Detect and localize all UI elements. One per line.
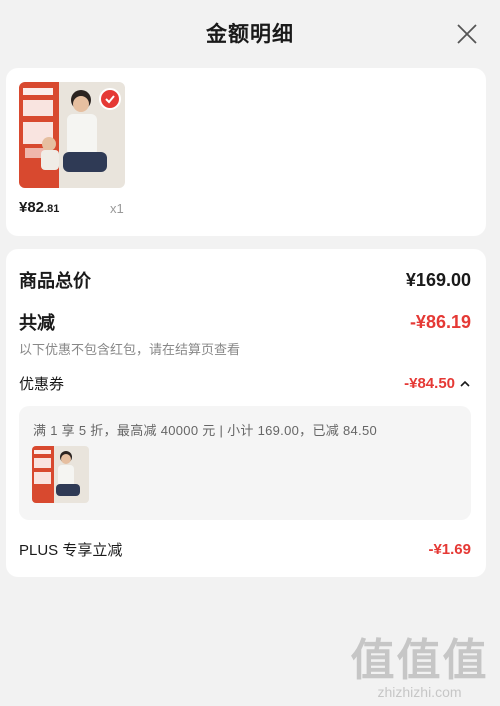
coupon-row[interactable]: 优惠券 -¥84.50 xyxy=(19,373,471,394)
total-value: ¥169.00 xyxy=(405,269,471,290)
watermark-glyphs: 值值值 xyxy=(350,635,489,686)
discount-value: -¥86.19 xyxy=(409,311,471,332)
plus-value: -¥1.69 xyxy=(428,541,471,558)
product-price: ¥82.81 xyxy=(19,199,59,216)
selected-check-icon[interactable] xyxy=(99,88,121,110)
product-thumbnail[interactable] xyxy=(19,82,125,188)
close-icon[interactable] xyxy=(456,23,478,45)
discount-label: 共减 xyxy=(19,313,55,333)
product-quantity: x1 xyxy=(110,201,124,216)
coupon-label: 优惠券 xyxy=(19,376,65,393)
summary-card: 商品总价 ¥169.00 共减 -¥86.19 以下优惠不包含红包，请在结算页查… xyxy=(6,249,486,577)
discount-row: 共减 -¥86.19 xyxy=(19,309,471,335)
total-label: 商品总价 xyxy=(19,271,91,291)
plus-label: PLUS 专享立减 xyxy=(19,542,123,559)
amount-detail-sheet: 金额明细 ¥82.81 x1 商品总价 ¥169.00 共减 -¥86.19 以… xyxy=(0,0,500,706)
total-row: 商品总价 ¥169.00 xyxy=(19,267,471,293)
coupon-detail-text: 满 1 享 5 折，最高减 40000 元 | 小计 169.00，已减 84.… xyxy=(33,423,377,438)
sheet-header: 金额明细 xyxy=(0,0,500,66)
product-card: ¥82.81 x1 xyxy=(6,68,486,236)
discount-note: 以下优惠不包含红包，请在结算页查看 xyxy=(19,342,241,357)
coupon-product-thumbnail xyxy=(32,446,89,503)
coupon-detail-box: 满 1 享 5 折，最高减 40000 元 | 小计 169.00，已减 84.… xyxy=(19,406,471,520)
watermark: 值值值 zhizhizhi.com xyxy=(347,624,492,700)
coupon-value: -¥84.50 xyxy=(404,375,455,392)
sheet-title: 金额明细 xyxy=(206,23,294,46)
coupon-product-image xyxy=(32,446,89,503)
coupon-value-group[interactable]: -¥84.50 xyxy=(404,375,471,392)
product-price-int: ¥82 xyxy=(19,199,45,216)
product-price-dec: .81 xyxy=(44,203,60,215)
plus-row: PLUS 专享立减 -¥1.69 xyxy=(19,539,471,560)
chevron-up-icon[interactable] xyxy=(459,379,471,389)
